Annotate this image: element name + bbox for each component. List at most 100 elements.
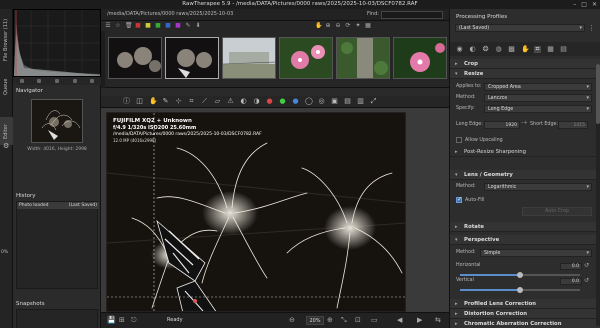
resize-method-select[interactable]: Lanczos ▾ <box>484 94 592 102</box>
thumbnail[interactable] <box>336 37 390 79</box>
edited-icon[interactable]: ✎ <box>185 23 191 29</box>
long-edge-stepper-icon[interactable]: –+ <box>521 120 528 126</box>
section-post-resize-sharpening[interactable]: ▸ Post-Resize Sharpening <box>450 147 600 157</box>
info-icon[interactable]: ⓘ <box>123 98 130 105</box>
histogram-red-toggle[interactable] <box>19 79 24 83</box>
section-profiled-lens[interactable]: ▸ Profiled Lens Correction <box>450 299 600 309</box>
thumbnail[interactable] <box>222 37 276 79</box>
vertical-slider[interactable] <box>460 287 580 293</box>
section-chromatic-aberration[interactable]: ▸ Chromatic Aberration Correction <box>450 319 600 328</box>
section-lens-geometry[interactable]: ▾ Lens / Geometry <box>450 170 600 180</box>
auto-crop-button[interactable]: Auto Crop <box>522 207 592 216</box>
thumbnail[interactable] <box>279 37 333 79</box>
fullscreen-icon[interactable]: ⤢ <box>370 98 377 105</box>
maximize-button[interactable]: □ <box>581 0 587 9</box>
crop-icon[interactable]: ⌗ <box>188 98 195 105</box>
image-preview-area[interactable]: FUJIFILM XQ2 + Unknown f/4.9 1/320s ISO2… <box>101 108 449 312</box>
profile-select[interactable]: (Last Saved) ▾ <box>455 24 585 32</box>
zoom-out-button-icon[interactable]: ⊖ <box>289 316 295 324</box>
specify-select[interactable]: Long Edge ▾ <box>484 105 592 113</box>
star-icon[interactable]: ☆ <box>115 23 121 29</box>
color-label-purple-icon[interactable]: ■ <box>175 23 181 29</box>
gamut-warning-icon[interactable]: ⚠ <box>227 98 234 105</box>
exposure-tab-icon[interactable]: ◐ <box>469 45 476 53</box>
section-resize[interactable]: ▾ Resize <box>450 69 600 79</box>
sync-icon[interactable]: ⇆ <box>435 316 441 324</box>
section-distortion[interactable]: ▸ Distortion Correction <box>450 309 600 319</box>
hand-icon[interactable]: ✋ <box>315 23 322 29</box>
tab-file-browser[interactable]: File Browser (11) <box>0 9 13 64</box>
thumbnail[interactable] <box>108 37 162 79</box>
save-icon[interactable]: 💾 <box>107 316 116 324</box>
color-tab-icon[interactable]: ◍ <box>495 45 502 53</box>
filter-icon[interactable]: ☰ <box>105 23 111 29</box>
metadata-tab-icon[interactable]: ▤ <box>560 45 567 53</box>
color-label-yellow-icon[interactable]: ■ <box>145 23 151 29</box>
history-item[interactable]: Photo loaded (Last Saved) <box>17 202 99 209</box>
section-crop[interactable]: ▸ Crop <box>450 59 600 69</box>
perspective-icon[interactable]: ▱ <box>214 98 221 105</box>
applies-to-select[interactable]: Cropped Area ▾ <box>484 83 592 91</box>
editor-gear-icon[interactable]: ⚙ <box>0 141 13 151</box>
find-input[interactable] <box>381 11 443 19</box>
color-label-blue-icon[interactable]: ■ <box>165 23 171 29</box>
zoom-fit-icon[interactable]: ⤡ <box>341 316 347 325</box>
raw-tab-icon[interactable]: ▦ <box>547 45 554 53</box>
section-perspective[interactable]: ▾ Perspective <box>450 235 600 245</box>
perspective-method-select[interactable]: Simple ▾ <box>480 249 592 257</box>
zoom-in-button-icon[interactable]: ⊕ <box>327 316 333 324</box>
tool-panel-scrollbar-thumb[interactable] <box>596 64 600 124</box>
vertical-reset-icon[interactable]: ↺ <box>584 277 589 284</box>
hand-tool-icon[interactable]: ✋ <box>149 98 158 105</box>
transform-tab-icon[interactable]: ⌗ <box>534 45 541 53</box>
zoom-out-icon[interactable]: ⊖ <box>335 23 341 29</box>
short-edge-input[interactable]: 1415 <box>558 121 588 129</box>
section-rotate[interactable]: ▸ Rotate <box>450 222 600 232</box>
straighten-icon[interactable]: ⟋ <box>201 98 208 105</box>
horizontal-reset-icon[interactable]: ↺ <box>584 262 589 269</box>
vertical-slider-knob[interactable] <box>517 287 523 293</box>
star-filter-icon[interactable]: ✦ <box>355 23 361 29</box>
channel-green-icon[interactable]: ● <box>279 98 286 105</box>
external-editor-icon[interactable]: ⎋ <box>131 316 137 325</box>
channel-blue-icon[interactable]: ● <box>292 98 299 105</box>
next-image-icon[interactable]: ▶ <box>417 316 422 324</box>
tool-panel-scrollbar[interactable] <box>596 64 600 326</box>
thumbnail-selected[interactable] <box>165 37 219 79</box>
detail-tab-icon[interactable]: ❂ <box>482 45 489 53</box>
clip-highlight-icon[interactable]: ◑ <box>253 98 260 105</box>
histogram-mode-toggle[interactable] <box>90 79 95 83</box>
saved-icon[interactable]: ⬇ <box>195 23 201 29</box>
histogram-green-toggle[interactable] <box>37 79 42 83</box>
color-picker-icon[interactable]: ⊹ <box>175 98 182 105</box>
minimize-button[interactable]: – <box>573 0 576 9</box>
layout-icon[interactable]: ▥ <box>357 98 364 105</box>
favorites-tab-icon[interactable]: ◉ <box>456 45 463 53</box>
horizontal-value[interactable]: 0.0 <box>560 263 582 270</box>
refresh-icon[interactable]: ⟳ <box>345 23 351 29</box>
luminance-icon[interactable]: ◯ <box>305 98 313 105</box>
zoom-100-icon[interactable]: ⊡ <box>355 316 361 324</box>
new-window-icon[interactable]: ▭ <box>371 316 378 324</box>
color-label-green-icon[interactable]: ■ <box>155 23 161 29</box>
mask-icon[interactable]: ▣ <box>331 98 338 105</box>
lens-method-select[interactable]: Logarithmic ▾ <box>484 183 592 191</box>
color-label-red-icon[interactable]: ■ <box>135 23 141 29</box>
trash-icon[interactable]: 🗑 <box>125 23 133 29</box>
long-edge-input[interactable]: 1920 <box>484 121 520 129</box>
histogram-luma-toggle[interactable] <box>72 79 77 83</box>
local-tab-icon[interactable]: ✋ <box>521 45 530 53</box>
vertical-value[interactable]: 0.0 <box>560 278 582 285</box>
profile-options-icon[interactable]: ⋮ <box>588 24 595 32</box>
close-button[interactable]: ✕ <box>592 0 597 9</box>
zoom-level[interactable]: 20% <box>306 316 324 325</box>
prev-image-icon[interactable]: ◀ <box>397 316 402 324</box>
before-after-icon[interactable]: ◫ <box>136 98 143 105</box>
browser-path[interactable]: /media/DATA/Pictures/0000 raws/2025/2025… <box>107 11 233 17</box>
focus-mask-icon[interactable]: ◎ <box>318 98 325 105</box>
preview-photo[interactable]: FUJIFILM XQ2 + Unknown f/4.9 1/320s ISO2… <box>106 112 406 312</box>
white-balance-picker-icon[interactable]: ✎ <box>162 98 169 105</box>
allow-upscaling-checkbox[interactable] <box>456 137 462 143</box>
channel-red-icon[interactable]: ● <box>266 98 273 105</box>
zoom-in-icon[interactable]: ⊕ <box>325 23 331 29</box>
